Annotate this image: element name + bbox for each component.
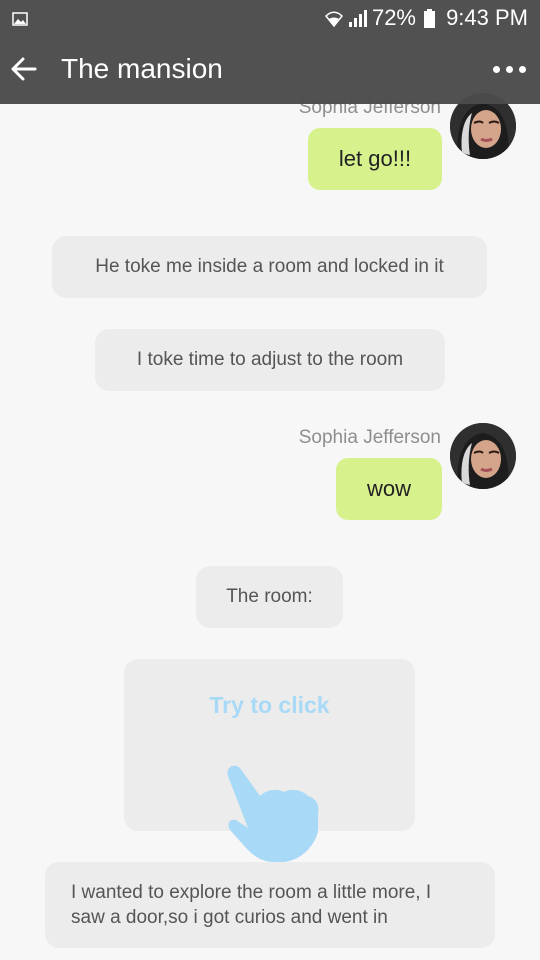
narration-bubble: He toke me inside a room and locked in i…: [52, 236, 487, 298]
wifi-icon: [324, 11, 344, 28]
narration-bubble: I wanted to explore the room a little mo…: [45, 862, 495, 948]
chat-area: Sophia Jefferson let go!!! He toke me in…: [0, 0, 540, 960]
app-bar: The mansion: [0, 38, 540, 104]
gallery-icon: [12, 12, 28, 26]
avatar[interactable]: [450, 423, 516, 489]
clock: 9:43 PM: [446, 5, 528, 30]
narration-bubble: The room:: [196, 566, 343, 628]
try-to-click-label: Try to click: [209, 692, 330, 718]
status-bar: 72% 9:43 PM: [0, 0, 540, 38]
battery-icon: [424, 9, 435, 28]
more-dots-icon[interactable]: [493, 66, 526, 73]
top-bar: 72% 9:43 PM The mansion: [0, 0, 540, 104]
message-bubble: let go!!!: [308, 128, 442, 190]
arrow-left-icon[interactable]: [8, 53, 40, 85]
page-title: The mansion: [61, 53, 223, 84]
narration-bubble: I toke time to adjust to the room: [95, 329, 445, 391]
message-bubble: wow: [336, 458, 442, 520]
signal-icon: [349, 10, 367, 27]
battery-percent: 72%: [371, 5, 416, 30]
pointing-hand-icon: [227, 765, 319, 862]
sender-name: Sophia Jefferson: [298, 427, 441, 448]
